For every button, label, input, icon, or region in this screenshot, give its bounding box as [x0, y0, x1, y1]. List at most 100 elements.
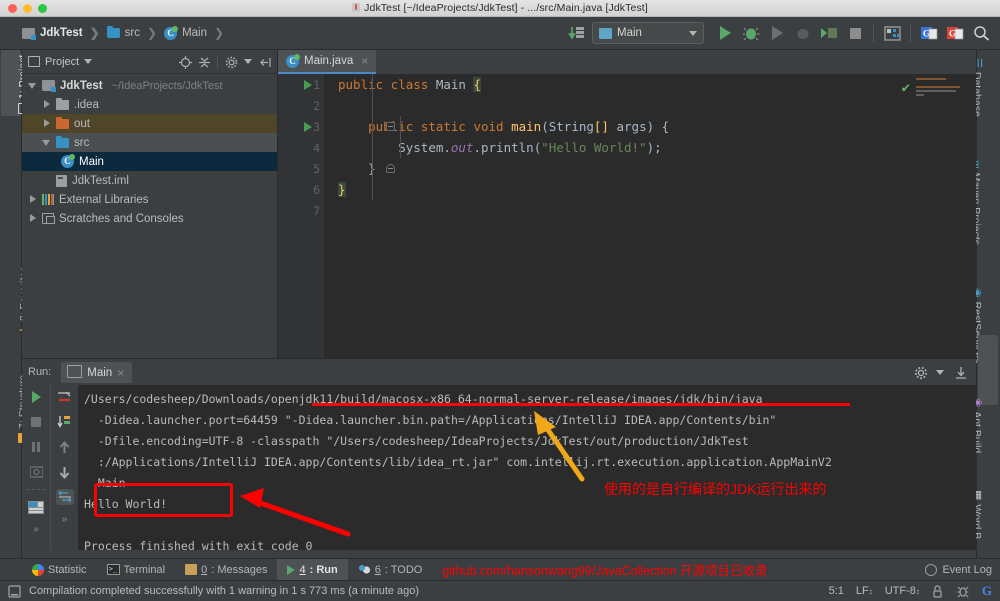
bug-icon[interactable] [957, 585, 970, 598]
window-title-text: JdkTest [~/IdeaProjects/JdkTest] - .../s… [364, 2, 648, 14]
editor-tab-bar: C Main.java × [278, 50, 976, 74]
profile-button[interactable] [792, 22, 814, 44]
translate-g-red-icon[interactable]: G [944, 22, 966, 44]
run-with-coverage-button[interactable] [766, 22, 788, 44]
debug-button[interactable] [740, 22, 762, 44]
bottom-tab-label: Statistic [48, 564, 87, 576]
tree-node-external-libraries[interactable]: External Libraries [22, 190, 277, 209]
bottom-tab-number: 0 [201, 564, 207, 576]
print-icon[interactable] [56, 489, 74, 505]
line-number: 5 [278, 158, 324, 179]
restore-layout-icon[interactable] [27, 499, 45, 515]
tree-node-idea[interactable]: .idea [22, 95, 277, 114]
code-brace: } [338, 182, 346, 197]
event-log-button[interactable]: Event Log [925, 564, 1000, 576]
caret-position[interactable]: 5:1 [829, 585, 844, 597]
settings-gear-icon[interactable] [914, 366, 926, 378]
expand-icon[interactable]: » [33, 524, 39, 535]
update-icon[interactable] [566, 22, 588, 44]
chevron-right-icon[interactable] [42, 100, 51, 109]
breadcrumb-item-project[interactable]: JdkTest ❯ [22, 26, 107, 40]
console-line [84, 515, 976, 536]
tree-node-jdktest[interactable]: JdkTest ~/IdeaProjects/JdkTest [22, 76, 277, 95]
line-separator[interactable]: LF↕ [856, 585, 873, 597]
line-number: 4 [278, 137, 324, 158]
bottom-tab-number: 4 [299, 564, 305, 576]
editor-tab-label: Main.java [304, 55, 353, 67]
chevron-down-icon[interactable] [244, 59, 252, 64]
close-icon[interactable]: × [361, 54, 368, 68]
code-paren: ); [647, 140, 662, 155]
messages-icon [185, 564, 197, 575]
editor-tab-main-java[interactable]: C Main.java × [278, 50, 376, 74]
tree-node-out[interactable]: out [22, 114, 277, 133]
tree-node-main[interactable]: C Main [22, 152, 277, 171]
search-everywhere-icon[interactable] [970, 22, 992, 44]
folder-icon [107, 28, 120, 38]
collapse-all-icon[interactable] [198, 56, 210, 68]
run-tab-main[interactable]: Main × [61, 362, 132, 383]
breadcrumb-item-main[interactable]: C Main ❯ [164, 26, 231, 40]
run-button[interactable] [714, 22, 736, 44]
down-icon[interactable] [56, 464, 74, 480]
code-minimap[interactable] [916, 78, 964, 104]
run-method-gutter-icon[interactable] [304, 116, 316, 137]
translate-g-icon[interactable]: G [918, 22, 940, 44]
tree-node-scratches[interactable]: Scratches and Consoles [22, 209, 277, 228]
dump-threads-icon[interactable] [27, 464, 45, 480]
line-number: 1 [278, 74, 324, 95]
pause-icon[interactable] [27, 439, 45, 455]
code-keyword: public class [338, 77, 428, 92]
bottom-tab-run[interactable]: 4: Run [277, 559, 347, 581]
bottom-tool-bar: Statistic >_ Terminal 0 : Messages 4: Run… [0, 558, 1000, 580]
chevron-right-icon[interactable] [28, 195, 37, 204]
code-line-6: } [338, 179, 976, 200]
attach-profiler-button[interactable] [818, 22, 840, 44]
bottom-tab-todo[interactable]: 6: TODO [348, 559, 433, 581]
run-class-gutter-icon[interactable] [304, 74, 316, 95]
chevron-down-icon[interactable] [936, 370, 944, 375]
hide-icon[interactable] [259, 56, 271, 68]
module-icon [42, 80, 55, 91]
breadcrumb-label: JdkTest [40, 27, 83, 39]
chevron-right-icon[interactable] [42, 119, 51, 128]
code-brace: { [473, 77, 481, 92]
file-encoding[interactable]: UTF-8↕ [885, 585, 920, 597]
bottom-tab-messages[interactable]: 0 : Messages [175, 559, 277, 581]
hide-icon[interactable] [954, 366, 966, 378]
run-configuration-selector[interactable]: Main [592, 22, 704, 44]
chevron-down-icon[interactable] [28, 81, 37, 90]
up-icon[interactable] [56, 439, 74, 455]
fold-marker-close-icon[interactable] [386, 164, 395, 173]
chevron-down-icon[interactable] [42, 138, 51, 147]
locate-icon[interactable] [179, 56, 191, 68]
device-manager-icon[interactable] [881, 22, 903, 44]
inspection-status-icon[interactable]: ✔ [902, 80, 910, 96]
close-icon[interactable]: × [117, 366, 124, 380]
bottom-tab-label: : Messages [211, 564, 267, 576]
editor-text[interactable]: public class Main { public static void m… [324, 74, 976, 358]
tree-node-src[interactable]: src [22, 133, 277, 152]
expand-icon[interactable]: » [62, 514, 68, 525]
stop-icon[interactable] [27, 414, 45, 430]
bottom-tab-terminal[interactable]: >_ Terminal [97, 559, 176, 581]
stop-button[interactable] [844, 22, 866, 44]
editor-scrollbar[interactable] [964, 98, 976, 358]
tree-node-label: JdkTest [60, 80, 103, 92]
rerun-icon[interactable] [27, 389, 45, 405]
google-icon[interactable]: G [982, 583, 992, 599]
soft-wrap-icon[interactable] [56, 389, 74, 405]
folder-grey-icon [56, 100, 69, 110]
breadcrumb-item-src[interactable]: src ❯ [107, 26, 164, 40]
fold-marker-open-icon[interactable] [386, 122, 395, 131]
read-only-icon[interactable] [932, 585, 945, 598]
bottom-tab-statistic[interactable]: Statistic [22, 559, 97, 581]
scroll-to-end-icon[interactable] [56, 414, 74, 430]
chevron-down-icon[interactable] [84, 59, 92, 64]
memory-icon[interactable] [8, 585, 21, 598]
settings-icon[interactable] [225, 56, 237, 68]
tree-node-label: JdkTest.iml [72, 175, 129, 187]
tree-node-iml[interactable]: JdkTest.iml [22, 171, 277, 190]
line-number: 3 [278, 116, 324, 137]
chevron-right-icon[interactable] [28, 214, 37, 223]
